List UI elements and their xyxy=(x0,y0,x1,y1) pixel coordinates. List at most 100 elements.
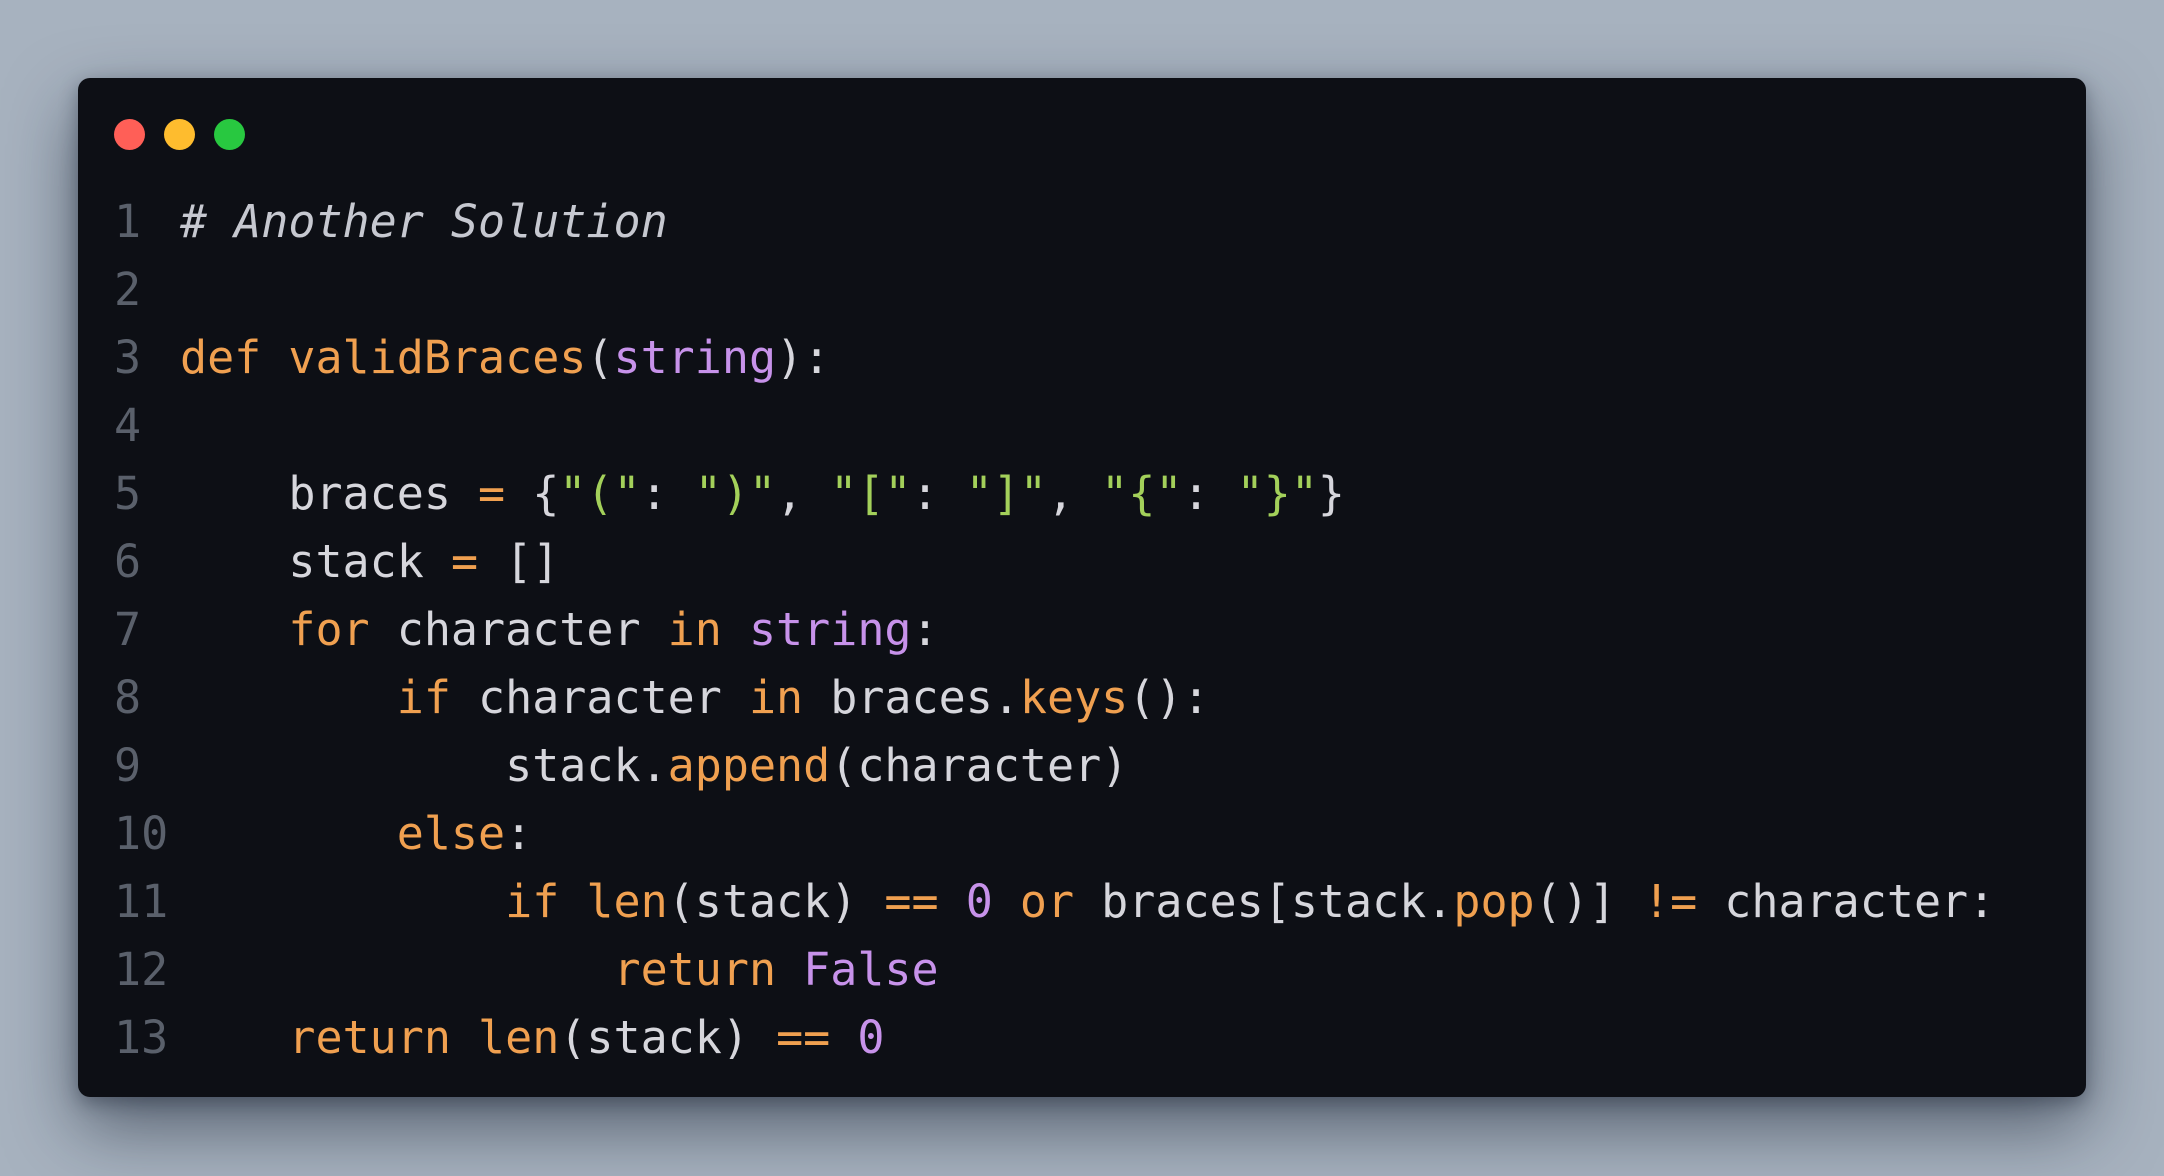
token-keyword: else xyxy=(396,807,506,860)
code-line: 2 xyxy=(78,256,2086,324)
token-operator: == xyxy=(884,875,939,928)
token-plain: : xyxy=(1182,467,1237,520)
code-line: 1 # Another Solution xyxy=(78,188,2086,256)
line-content: return False xyxy=(180,936,938,1004)
code-line: 3 def validBraces(string): xyxy=(78,324,2086,392)
token-string: "}" xyxy=(1236,467,1318,520)
token-plain: ): xyxy=(776,331,831,384)
token-plain: (character) xyxy=(830,739,1129,792)
code-line: 12 return False xyxy=(78,936,2086,1004)
token-keyword: return xyxy=(613,943,777,996)
token-function: len xyxy=(586,875,668,928)
token-plain: braces xyxy=(180,467,479,520)
token-function: validBraces xyxy=(288,331,587,384)
line-content: for character in string: xyxy=(180,596,939,664)
token-plain: , xyxy=(776,467,831,520)
code-line: 4 xyxy=(78,392,2086,460)
token-plain: braces[stack. xyxy=(1074,875,1454,928)
line-content: def validBraces(string): xyxy=(180,324,830,392)
token-plain: { xyxy=(505,467,560,520)
token-operator: != xyxy=(1643,875,1698,928)
token-keyword: return xyxy=(288,1011,451,1064)
token-string: "[" xyxy=(830,467,912,520)
token-plain: ( xyxy=(586,331,614,384)
code-line: 7 for character in string: xyxy=(78,596,2086,664)
line-number: 4 xyxy=(114,399,142,452)
maximize-button[interactable] xyxy=(214,119,245,150)
token-plain: } xyxy=(1317,467,1346,520)
minimize-button[interactable] xyxy=(164,119,195,150)
code-line: 11 if len(stack) == 0 or braces[stack.po… xyxy=(78,868,2086,936)
token-keyword: if xyxy=(505,875,560,928)
token-keyword: for xyxy=(288,603,370,656)
line-content: # Another Solution xyxy=(180,188,668,256)
code-line: 9 stack.append(character) xyxy=(78,732,2086,800)
token-string: "{" xyxy=(1101,467,1183,520)
token-keyword: in xyxy=(748,671,804,724)
window-titlebar xyxy=(78,78,2086,188)
line-number: 12 xyxy=(114,943,169,996)
token-operator: == xyxy=(776,1011,831,1064)
token-plain: stack. xyxy=(180,739,668,792)
line-content: braces = {"(": ")", "[": "]", "{": "}"} xyxy=(180,460,1345,528)
token-plain: character xyxy=(450,671,749,724)
code-line: 10 else: xyxy=(78,800,2086,868)
line-number: 3 xyxy=(114,331,142,384)
token-function: append xyxy=(667,739,831,792)
token-plain: character: xyxy=(1697,875,1996,928)
token-operator: = xyxy=(450,535,479,588)
line-number: 9 xyxy=(114,739,142,792)
token-function: keys xyxy=(1019,671,1129,724)
line-number: 6 xyxy=(114,535,142,588)
line-content: stack.append(character) xyxy=(180,732,1128,800)
token-plain: character xyxy=(369,603,668,656)
line-number: 8 xyxy=(114,671,142,724)
line-number: 7 xyxy=(114,603,142,656)
token-param: string xyxy=(613,331,777,384)
code-line: 6 stack = [] xyxy=(78,528,2086,596)
token-plain: : xyxy=(911,603,939,656)
token-plain: ()] xyxy=(1534,875,1644,928)
line-content: if len(stack) == 0 or braces[stack.pop()… xyxy=(180,868,1995,936)
line-number: 11 xyxy=(114,875,169,928)
token-plain: : xyxy=(640,467,695,520)
line-number: 1 xyxy=(114,195,142,248)
token-plain: [] xyxy=(478,535,560,588)
line-number: 5 xyxy=(114,467,142,520)
token-number: 0 xyxy=(857,1011,885,1064)
token-param: string xyxy=(748,603,912,656)
line-content: if character in braces.keys(): xyxy=(180,664,1210,732)
token-keyword: or xyxy=(1019,875,1075,928)
token-plain: (): xyxy=(1128,671,1210,724)
token-plain: : xyxy=(911,467,966,520)
token-plain: braces. xyxy=(803,671,1020,724)
code-editor: 1 # Another Solution 2 3 def validBraces(str… xyxy=(78,188,2086,1072)
token-keyword: if xyxy=(396,671,451,724)
line-number: 2 xyxy=(114,263,142,316)
token-comment: # Another Solution xyxy=(180,195,668,248)
token-string: "(" xyxy=(559,467,641,520)
code-line: 5 braces = {"(": ")", "[": "]", "{": "}"… xyxy=(78,460,2086,528)
token-plain: (stack) xyxy=(559,1011,777,1064)
close-button[interactable] xyxy=(114,119,145,150)
token-string: ")" xyxy=(694,467,777,520)
token-plain: stack xyxy=(180,535,451,588)
token-function: len xyxy=(478,1011,560,1064)
line-number: 10 xyxy=(114,807,169,860)
code-window: 1 # Another Solution 2 3 def validBraces(str… xyxy=(78,78,2086,1097)
line-content: stack = [] xyxy=(180,528,559,596)
line-content: else: xyxy=(180,800,532,868)
